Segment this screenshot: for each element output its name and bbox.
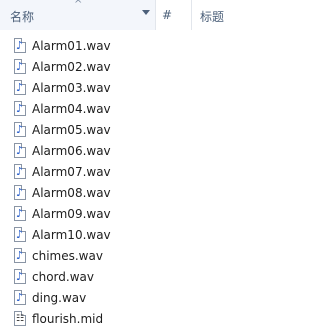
title-column-label: 标题 — [200, 10, 225, 24]
list-item[interactable]: ♪ Alarm02.wav — [0, 57, 324, 78]
number-column-header[interactable]: # — [156, 0, 192, 30]
file-name: Alarm03.wav — [32, 81, 111, 95]
file-name: ding.wav — [32, 291, 87, 305]
music-note-icon: ♪ — [16, 186, 24, 199]
file-list-window: 名称 ^ # 标题 ♪ Alarm01.wav ♪ Alarm02.wav ♪ Alarm… — [0, 0, 324, 331]
column-header: 名称 ^ # 标题 — [0, 0, 324, 30]
music-note-icon: ♪ — [16, 270, 24, 283]
file-name: Alarm10.wav — [32, 228, 111, 242]
file-name: flourish.mid — [32, 312, 104, 326]
file-name: Alarm01.wav — [32, 39, 111, 53]
music-note-icon: ♪ — [16, 291, 24, 304]
music-note-icon: ♪ — [16, 81, 24, 94]
audio-file-icon: ♪ — [14, 80, 26, 95]
music-note-icon: ♪ — [16, 249, 24, 262]
list-item[interactable]: ♪ chord.wav — [0, 267, 324, 288]
audio-file-icon: ♪ — [14, 164, 26, 179]
file-name: Alarm08.wav — [32, 186, 111, 200]
file-name: Alarm02.wav — [32, 60, 111, 74]
audio-file-icon: ♪ — [14, 206, 26, 221]
audio-file-icon: ♪ — [14, 59, 26, 74]
audio-file-icon: ♪ — [14, 269, 26, 284]
list-item[interactable]: ☷ flourish.mid — [0, 309, 324, 330]
music-note-icon: ♪ — [16, 165, 24, 178]
list-item[interactable]: ♪ Alarm01.wav — [0, 36, 324, 57]
list-item[interactable]: ♪ Alarm06.wav — [0, 141, 324, 162]
list-item[interactable]: ♪ Alarm07.wav — [0, 162, 324, 183]
midi-file-icon: ☷ — [14, 311, 26, 326]
file-name: chord.wav — [32, 270, 94, 284]
audio-file-icon: ♪ — [14, 38, 26, 53]
file-name: Alarm04.wav — [32, 102, 111, 116]
sort-ascending-icon: ^ — [74, 0, 83, 10]
audio-file-icon: ♪ — [14, 227, 26, 242]
audio-file-icon: ♪ — [14, 122, 26, 137]
music-note-icon: ♪ — [16, 102, 24, 115]
music-note-icon: ♪ — [16, 123, 24, 136]
file-name: Alarm09.wav — [32, 207, 111, 221]
audio-file-icon: ♪ — [14, 290, 26, 305]
title-column-header[interactable]: 标题 — [192, 0, 324, 30]
list-item[interactable]: ♪ Alarm05.wav — [0, 120, 324, 141]
music-note-icon: ♪ — [16, 207, 24, 220]
list-item[interactable]: ♪ Alarm03.wav — [0, 78, 324, 99]
chevron-down-icon[interactable] — [142, 10, 150, 15]
music-note-icon: ♪ — [16, 144, 24, 157]
audio-file-icon: ♪ — [14, 143, 26, 158]
music-note-icon: ♪ — [16, 228, 24, 241]
list-item[interactable]: ♪ Alarm09.wav — [0, 204, 324, 225]
music-note-icon: ♪ — [16, 60, 24, 73]
audio-file-icon: ♪ — [14, 101, 26, 116]
list-item[interactable]: ♪ chimes.wav — [0, 246, 324, 267]
list-item[interactable]: ♪ ding.wav — [0, 288, 324, 309]
file-name: Alarm06.wav — [32, 144, 111, 158]
audio-file-icon: ♪ — [14, 248, 26, 263]
music-note-icon: ♪ — [16, 39, 24, 52]
list-item[interactable]: ♪ Alarm10.wav — [0, 225, 324, 246]
file-name: Alarm07.wav — [32, 165, 111, 179]
midi-glyph-icon: ☷ — [16, 314, 25, 324]
list-item[interactable]: ♪ Alarm04.wav — [0, 99, 324, 120]
file-name: chimes.wav — [32, 249, 103, 263]
file-name: Alarm05.wav — [32, 123, 111, 137]
name-column-label: 名称 — [10, 10, 35, 24]
name-column-header[interactable]: 名称 ^ — [0, 0, 156, 30]
audio-file-icon: ♪ — [14, 185, 26, 200]
number-column-label: # — [162, 8, 173, 22]
list-item[interactable]: ♪ Alarm08.wav — [0, 183, 324, 204]
file-list: ♪ Alarm01.wav ♪ Alarm02.wav ♪ Alarm03.wav ♪ Ala… — [0, 36, 324, 330]
